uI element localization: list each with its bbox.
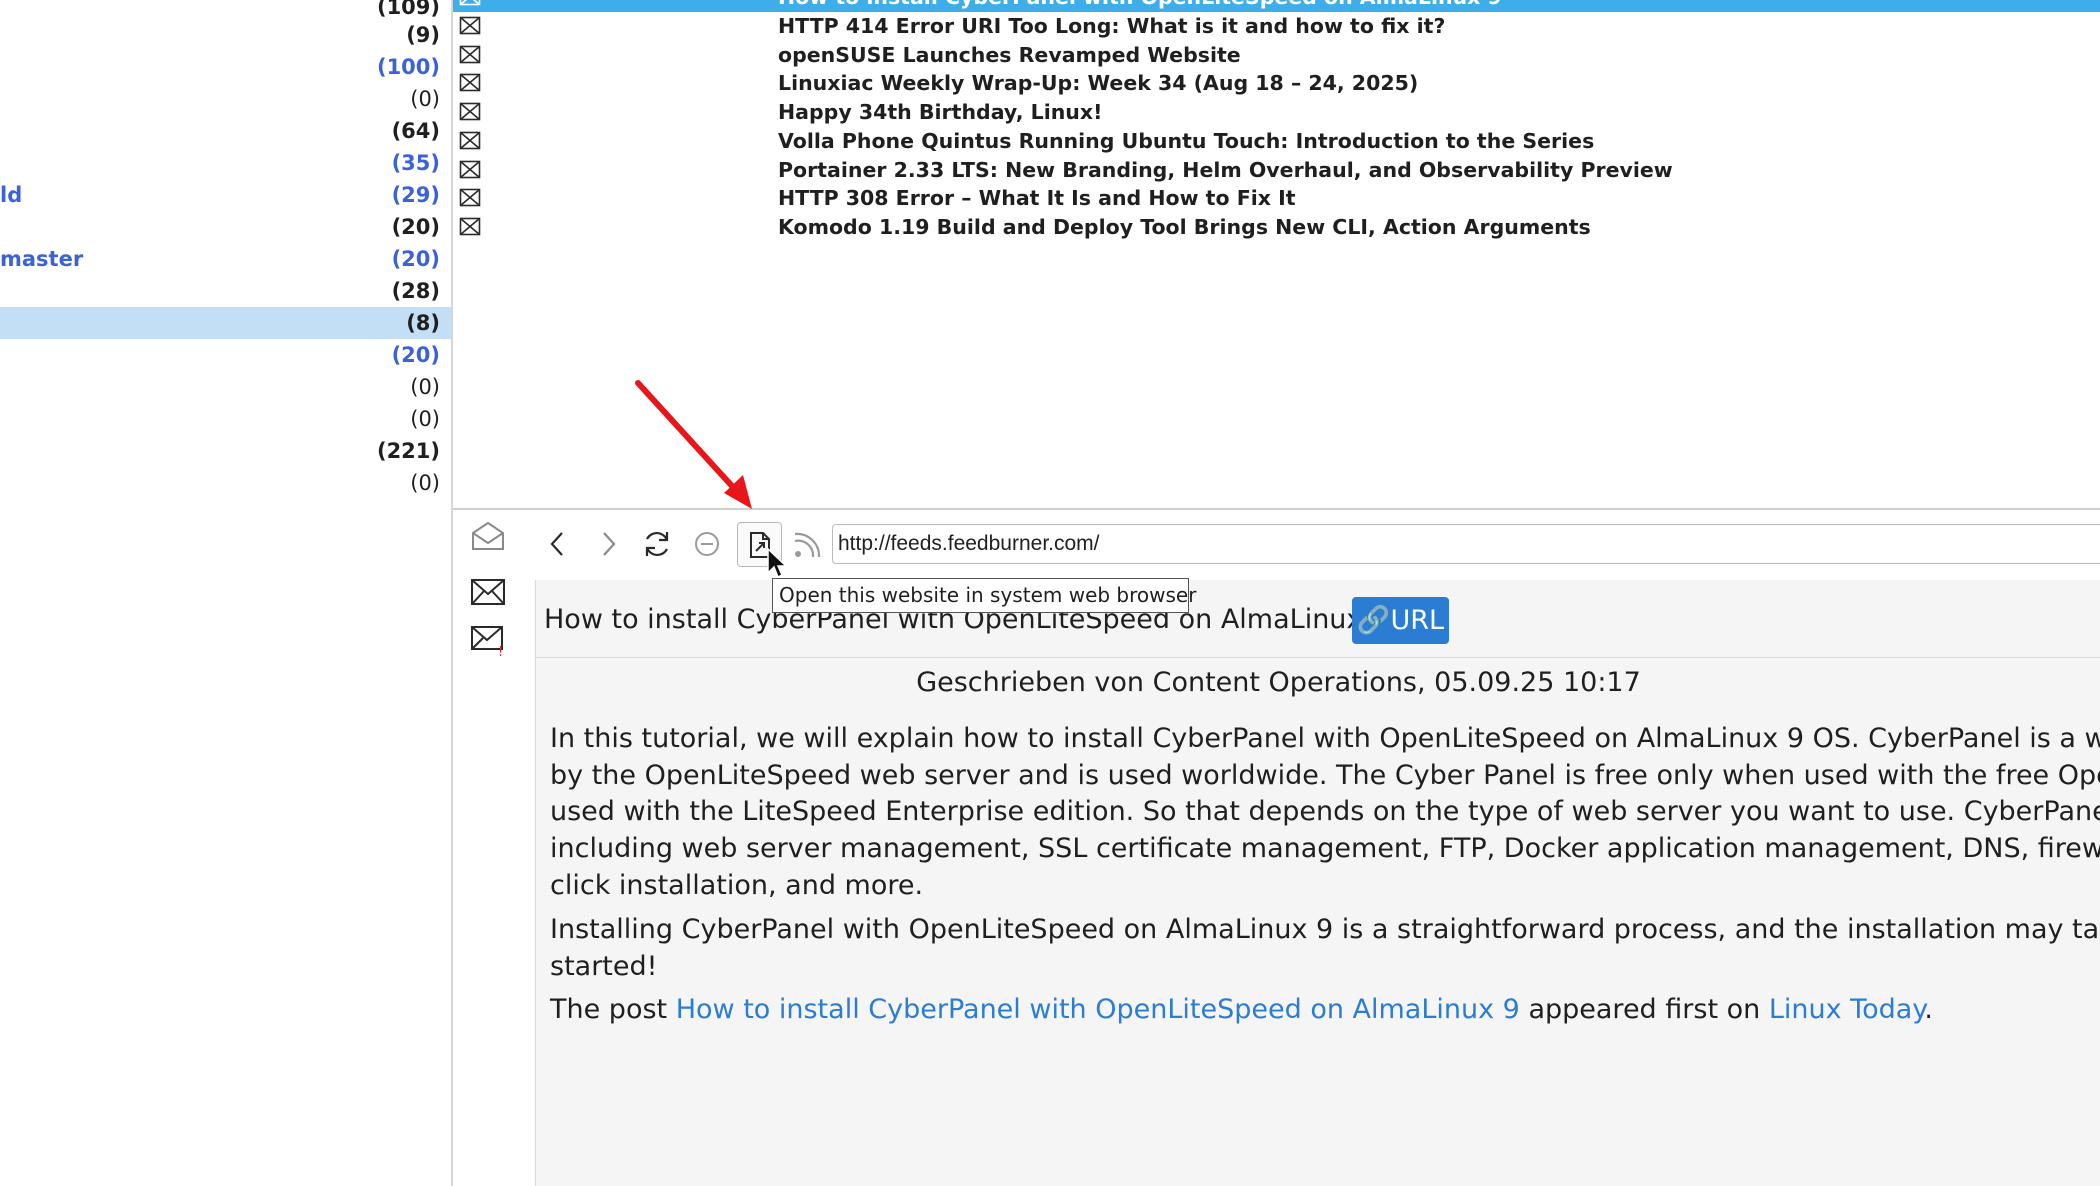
back-icon[interactable] <box>538 524 578 564</box>
envelope-icon <box>459 16 481 35</box>
article-row[interactable]: HTTP 308 Error – What It Is and How to F… <box>453 184 2100 213</box>
article-link[interactable]: How to install CyberPanel with OpenLiteS… <box>676 994 1520 1025</box>
rss-icon[interactable] <box>786 524 826 564</box>
feed-row[interactable]: (20) <box>0 211 451 243</box>
feed-row[interactable]: (100) <box>0 51 451 83</box>
feed-row[interactable]: ld (29) <box>0 179 451 211</box>
mouse-cursor-icon <box>767 547 788 579</box>
feed-row[interactable]: (9) <box>0 19 451 51</box>
envelope-icon <box>459 131 481 150</box>
feed-row[interactable]: (0) <box>0 371 451 403</box>
article-byline: Geschrieben von Content Operations, 05.0… <box>916 667 1641 698</box>
paragraph-line: Installing CyberPanel with OpenLiteSpeed… <box>550 914 2100 945</box>
article-title: Komodo 1.19 Build and Deploy Tool Brings… <box>778 214 1591 239</box>
feed-name: ld <box>0 183 23 207</box>
unread-count: (0) <box>410 87 440 111</box>
envelope-icon <box>459 102 481 121</box>
paragraph-line: by the OpenLiteSpeed web server and is u… <box>550 759 2100 791</box>
unread-count: (20) <box>391 343 440 367</box>
article-header: How to install CyberPanel with OpenLiteS… <box>536 580 2100 658</box>
article-row[interactable]: Volla Phone Quintus Running Ubuntu Touch… <box>453 127 2100 156</box>
article-title: openSUSE Launches Revamped Website <box>778 42 1241 67</box>
unread-count: (29) <box>391 183 440 207</box>
paragraph-line: used with the LiteSpeed Enterprise editi… <box>550 796 2100 828</box>
envelope-icon <box>459 74 481 92</box>
feed-row[interactable]: (221) <box>0 435 451 467</box>
unread-count: (64) <box>391 119 440 143</box>
unread-count: (20) <box>391 247 440 271</box>
url-badge-button[interactable]: 🔗URL <box>1352 597 1449 644</box>
feed-row[interactable]: master (20) <box>0 243 451 275</box>
unread-count: (0) <box>410 471 440 495</box>
open-envelope-icon[interactable] <box>468 518 508 554</box>
article-title: HTTP 414 Error URI Too Long: What is it … <box>778 14 1446 38</box>
paragraph-line: In this tutorial, we will explain how to… <box>550 723 2100 754</box>
unread-count: (0) <box>410 375 440 399</box>
article-paragraph-1: In this tutorial, we will explain how to… <box>550 721 2100 905</box>
article-row[interactable]: Portainer 2.33 LTS: New Branding, Helm O… <box>453 156 2100 185</box>
unread-count: (100) <box>376 55 440 79</box>
paragraph-line: including web server management, SSL cer… <box>550 833 2100 865</box>
feed-row[interactable]: (28) <box>0 275 451 307</box>
envelope-icon <box>459 217 481 236</box>
envelope-icon <box>459 160 481 178</box>
article-title: Happy 34th Birthday, Linux! <box>778 100 1103 125</box>
svg-text:!: ! <box>498 645 503 658</box>
feed-tree[interactable]: (109) (9) (100) (0) (64) (35) ld (29) (20) master… <box>0 0 451 1186</box>
unread-count: (0) <box>410 407 440 431</box>
unread-count: (9) <box>406 23 440 47</box>
feed-row[interactable]: (64) <box>0 115 451 147</box>
post-middle: appeared first on <box>1519 994 1769 1025</box>
article-row[interactable]: Komodo 1.19 Build and Deploy Tool Brings… <box>453 213 2100 242</box>
envelope-icon <box>459 45 481 63</box>
post-prefix: The post <box>550 994 676 1025</box>
article-title: How to install CyberPanel with OpenLiteS… <box>778 0 1502 12</box>
feed-row[interactable]: (20) <box>0 339 451 371</box>
article-row[interactable]: Linuxiac Weekly Wrap-Up: Week 34 (Aug 18… <box>453 69 2100 98</box>
feed-row[interactable]: (0) <box>0 403 451 435</box>
unread-count: (28) <box>391 279 440 303</box>
paragraph-line: click installation, and more. <box>550 869 924 901</box>
post-suffix: . <box>1924 994 1934 1025</box>
paragraph-line: started! <box>550 950 658 982</box>
reload-icon[interactable] <box>637 524 677 564</box>
source-link[interactable]: Linux Today <box>1769 994 1925 1025</box>
article-title: Portainer 2.33 LTS: New Branding, Helm O… <box>778 157 1673 182</box>
article-row[interactable]: HTTP 414 Error URI Too Long: What is it … <box>453 12 2100 41</box>
article-title: HTTP 308 Error – What It Is and How to F… <box>778 186 1296 211</box>
feed-name: master <box>0 247 84 271</box>
envelope-icon <box>459 0 481 6</box>
unread-count: (20) <box>391 215 440 239</box>
feed-row[interactable]: (0) <box>0 467 451 499</box>
article-row[interactable]: openSUSE Launches Revamped Website <box>453 41 2100 70</box>
article-row[interactable]: How to install CyberPanel with OpenLiteS… <box>453 0 2100 12</box>
article-title: Linuxiac Weekly Wrap-Up: Week 34 (Aug 18… <box>778 71 1419 96</box>
annotation-arrow-icon <box>635 380 752 509</box>
feed-row[interactable]: (0) <box>0 83 451 115</box>
article-row[interactable]: Happy 34th Birthday, Linux! <box>453 98 2100 127</box>
article-paragraph-2: Installing CyberPanel with OpenLiteSpeed… <box>550 912 2100 985</box>
tooltip: Open this website in system web browser <box>772 578 1196 613</box>
unread-count: (35) <box>391 151 440 175</box>
forward-icon[interactable] <box>588 524 628 564</box>
feed-row[interactable]: (8) <box>0 307 451 339</box>
url-field[interactable]: http://feeds.feedburner.com/ <box>832 524 2100 564</box>
article-paragraph-3: The post How to install CyberPanel with … <box>550 992 2100 1029</box>
article-title: Volla Phone Quintus Running Ubuntu Touch… <box>778 128 1595 153</box>
envelope-icon <box>459 188 481 207</box>
stop-icon[interactable] <box>687 524 727 564</box>
feed-row[interactable]: (35) <box>0 147 451 179</box>
unread-count: (8) <box>406 311 440 335</box>
mark-read-icon[interactable] <box>468 574 508 610</box>
article-content: How to install CyberPanel with OpenLiteS… <box>535 580 2100 1186</box>
mark-important-icon[interactable]: ! <box>468 622 508 658</box>
unread-count: (221) <box>376 439 440 463</box>
